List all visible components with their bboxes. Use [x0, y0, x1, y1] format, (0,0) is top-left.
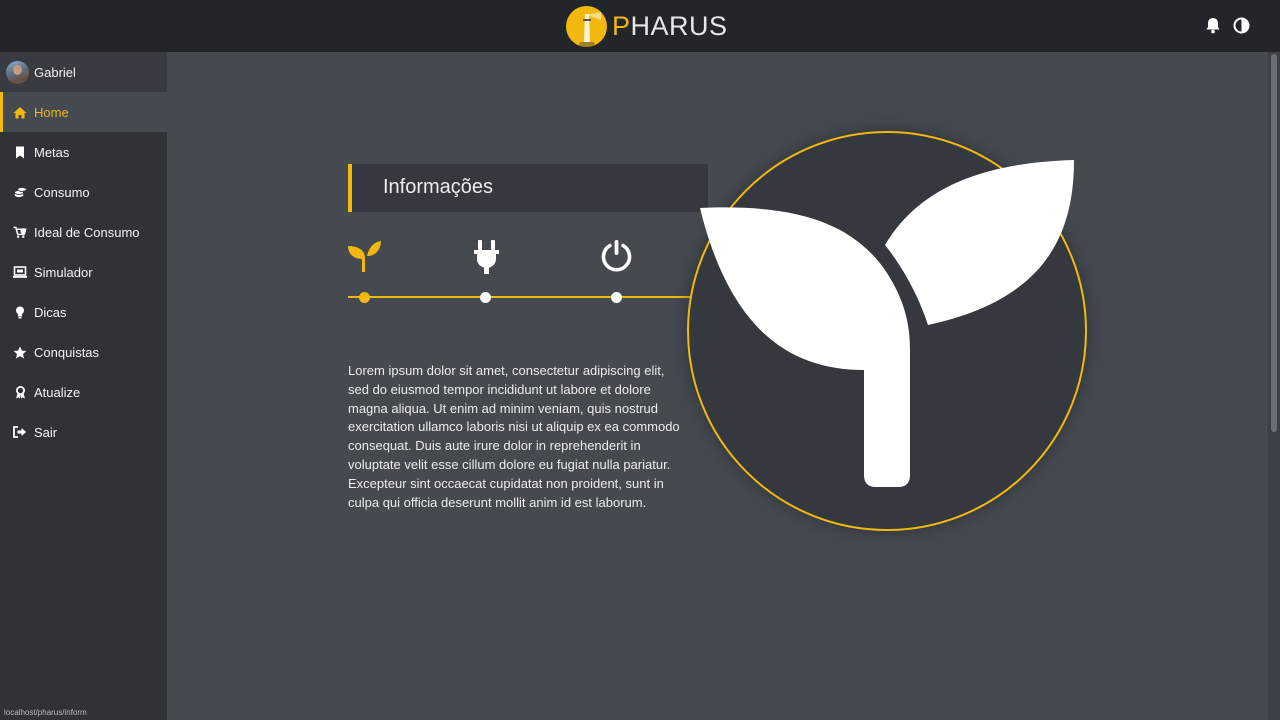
user-profile[interactable]: Gabriel: [0, 52, 167, 92]
sidebar-item-sair[interactable]: Sair: [0, 412, 167, 452]
contrast-icon[interactable]: [1232, 16, 1250, 34]
info-description: Lorem ipsum dolor sit amet, consectetur …: [348, 363, 680, 510]
scroll-thumb[interactable]: [1271, 54, 1277, 432]
sidebar: Gabriel Home Metas Consumo Ideal de Cons…: [0, 52, 167, 720]
cart-icon: [13, 225, 27, 239]
laptop-icon: [13, 265, 27, 279]
coins-icon: [13, 185, 27, 199]
sidebar-item-label: Consumo: [34, 184, 90, 200]
sidebar-item-label: Home: [34, 104, 69, 120]
sidebar-item-conquistas[interactable]: Conquistas: [0, 332, 167, 372]
seedling-icon[interactable]: [348, 241, 382, 278]
bell-icon[interactable]: [1204, 16, 1222, 34]
user-name: Gabriel: [34, 64, 76, 80]
avatar: [6, 60, 29, 84]
brand-name: PHARUS: [612, 10, 728, 41]
sidebar-item-label: Ideal de Consumo: [34, 224, 140, 240]
sidebar-item-label: Conquistas: [34, 344, 100, 360]
sidebar-item-consumo[interactable]: Consumo: [0, 172, 167, 212]
bookmark-icon: [13, 145, 27, 159]
sidebar-item-metas[interactable]: Metas: [0, 132, 167, 172]
star-icon: [13, 345, 27, 359]
page-scrollbar[interactable]: [1268, 52, 1280, 720]
lightbulb-icon: [13, 305, 27, 319]
timeline-dot-3[interactable]: [611, 292, 622, 303]
pharus-logo[interactable]: PHARUS: [566, 5, 728, 47]
sidebar-item-label: Atualize: [34, 384, 81, 400]
timeline-dot-2[interactable]: [480, 292, 491, 303]
sign-out-icon: [13, 425, 27, 439]
sidebar-item-simulador[interactable]: Simulador: [0, 252, 167, 292]
plug-icon[interactable]: [473, 240, 500, 279]
award-icon: [13, 385, 27, 399]
sidebar-item-label: Sair: [34, 424, 58, 440]
sidebar-item-label: Simulador: [34, 264, 93, 280]
status-bar-url: localhost/pharus/inform: [0, 706, 91, 720]
sidebar-item-ideal-de-consumo[interactable]: Ideal de Consumo: [0, 212, 167, 252]
sidebar-item-label: Metas: [34, 144, 70, 160]
seedling-icon: [700, 160, 1074, 490]
top-bar: PHARUS: [0, 0, 1280, 52]
sidebar-item-label: Dicas: [34, 304, 67, 320]
timeline-dot-1[interactable]: [359, 292, 370, 303]
power-icon[interactable]: [600, 240, 633, 278]
sidebar-item-dicas[interactable]: Dicas: [0, 292, 167, 332]
timeline-line: [348, 296, 693, 298]
section-header: Informações: [348, 164, 708, 212]
sidebar-item-atualize[interactable]: Atualize: [0, 372, 167, 412]
section-title: Informações: [383, 176, 494, 198]
sidebar-item-home[interactable]: Home: [0, 92, 167, 132]
lighthouse-icon: [566, 5, 607, 47]
home-icon: [13, 105, 27, 119]
